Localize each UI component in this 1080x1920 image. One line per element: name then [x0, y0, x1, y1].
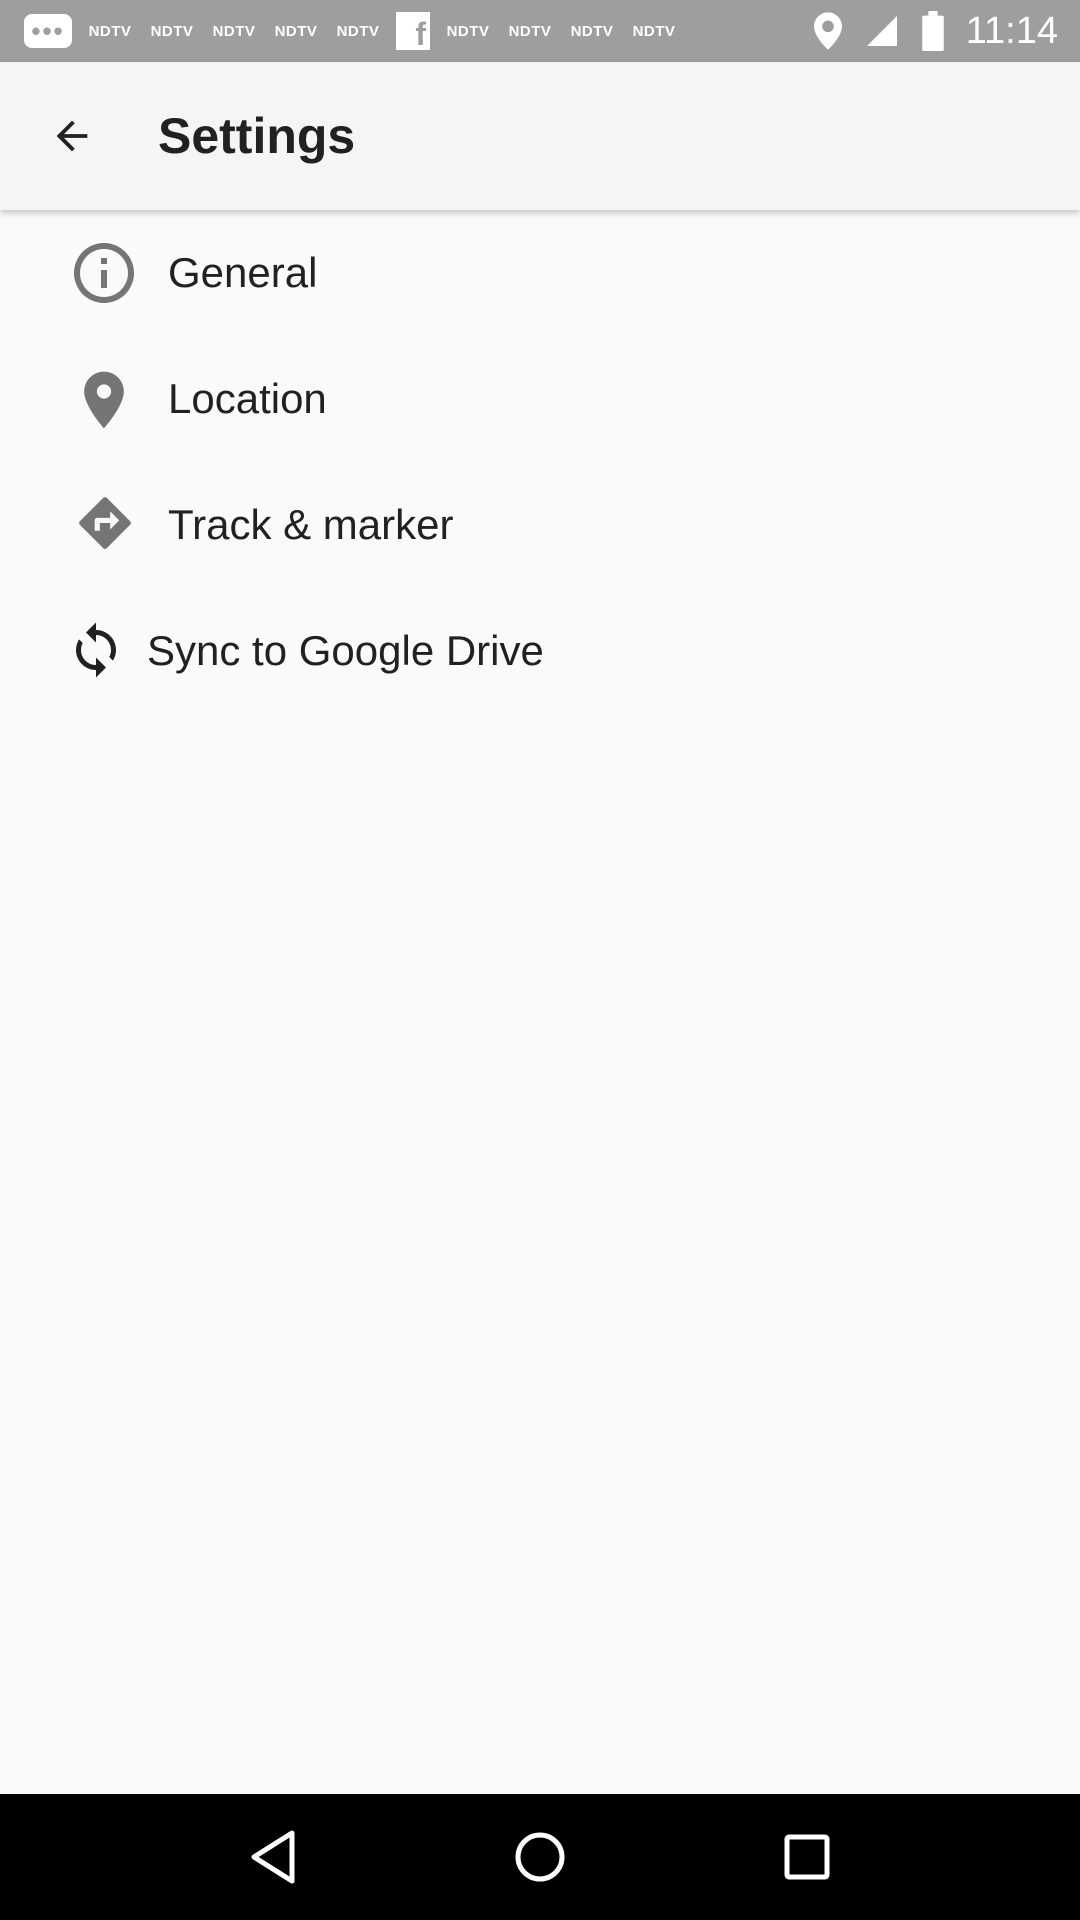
sync-icon [66, 620, 126, 680]
nav-recents-button[interactable] [767, 1817, 847, 1897]
settings-item-label: General [168, 249, 318, 296]
notification-ndtv: NDTV [150, 22, 194, 40]
location-icon [813, 12, 842, 50]
info-icon [68, 237, 140, 309]
settings-item-location[interactable]: Location [0, 336, 1080, 462]
notification-ndtv: NDTV [336, 22, 380, 40]
arrow-back-icon [56, 120, 88, 152]
system-status: 11:14 [813, 9, 1080, 53]
notification-ndtv: NDTV [570, 22, 614, 40]
settings-item-label: Track & marker [168, 501, 454, 548]
status-bar: ••• NDTV NDTV NDTV NDTV NDTV f NDTV NDTV… [0, 0, 1080, 62]
clock: 11:14 [965, 9, 1058, 52]
app-bar: Settings [0, 62, 1080, 210]
signal-icon [866, 16, 897, 46]
page-title: Settings [158, 108, 356, 164]
back-triangle-icon [251, 1830, 295, 1884]
directions-icon [74, 492, 136, 554]
notification-ndtv: NDTV [508, 22, 552, 40]
notification-icons: ••• NDTV NDTV NDTV NDTV NDTV f NDTV NDTV… [0, 12, 678, 50]
notification-ndtv: NDTV [632, 22, 676, 40]
notification-ndtv: NDTV [446, 22, 490, 40]
more-chip-icon: ••• [24, 14, 72, 48]
location-pin-icon [70, 366, 138, 434]
settings-item-label: Location [168, 375, 327, 422]
nav-back-button[interactable] [233, 1817, 313, 1897]
battery-icon [921, 11, 944, 51]
settings-item-track-marker[interactable]: Track & marker [0, 462, 1080, 588]
home-circle-icon [515, 1832, 565, 1882]
settings-list: General Location Track & marker Sync to … [0, 210, 1080, 714]
settings-item-label: Sync to Google Drive [147, 627, 544, 674]
settings-item-general[interactable]: General [0, 210, 1080, 336]
notification-ndtv: NDTV [212, 22, 256, 40]
notification-ndtv: NDTV [274, 22, 318, 40]
notification-ndtv: NDTV [88, 22, 132, 40]
settings-item-sync-google-drive[interactable]: Sync to Google Drive [0, 588, 1080, 714]
nav-home-button[interactable] [500, 1817, 580, 1897]
navigation-bar [0, 1794, 1080, 1920]
facebook-icon: f [396, 12, 430, 50]
recents-square-icon [784, 1834, 830, 1880]
back-button[interactable] [22, 86, 122, 186]
